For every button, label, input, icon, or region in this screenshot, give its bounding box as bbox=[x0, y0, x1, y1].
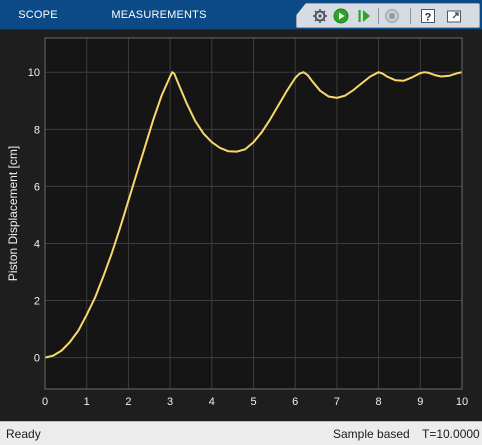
quick-access-toolbar: ? bbox=[296, 3, 480, 28]
y-tick-label: 2 bbox=[34, 296, 40, 308]
x-tick-label: 10 bbox=[456, 396, 468, 408]
y-axis-label: Piston Displacement [cm] bbox=[6, 146, 20, 281]
x-tick-label: 6 bbox=[292, 396, 298, 408]
x-tick-label: 3 bbox=[167, 396, 173, 408]
scope-display[interactable]: 0 1 2 3 4 5 6 7 8 9 10 0 2 4 6 8 10 Piston Displacement … bbox=[0, 30, 482, 420]
y-tick-label: 8 bbox=[34, 124, 40, 136]
status-mode: Sample based bbox=[333, 427, 410, 441]
x-tick-label: 1 bbox=[84, 396, 90, 408]
x-tick-label: 7 bbox=[334, 396, 340, 408]
status-ready: Ready bbox=[6, 427, 41, 441]
settings-icon[interactable] bbox=[311, 7, 329, 25]
step-forward-icon[interactable] bbox=[355, 7, 373, 25]
status-time: T=10.0000 bbox=[422, 427, 480, 441]
status-bar: Ready Sample based T=10.0000 bbox=[0, 421, 482, 445]
undock-icon[interactable] bbox=[445, 7, 463, 25]
x-tick-label: 8 bbox=[376, 396, 382, 408]
x-tick-label: 4 bbox=[209, 396, 215, 408]
x-tick-label: 0 bbox=[42, 396, 48, 408]
toolstrip: SCOPE MEASUREMENTS ? bbox=[0, 0, 482, 30]
svg-text:?: ? bbox=[425, 11, 432, 23]
y-tick-label: 4 bbox=[34, 238, 40, 250]
y-tick-label: 10 bbox=[28, 67, 40, 79]
y-tick-label: 0 bbox=[34, 353, 40, 365]
help-icon[interactable]: ? bbox=[419, 7, 437, 25]
x-tick-label: 9 bbox=[417, 396, 423, 408]
stop-icon[interactable] bbox=[383, 7, 401, 25]
run-icon[interactable] bbox=[332, 7, 350, 25]
tab-scope[interactable]: SCOPE bbox=[10, 0, 66, 29]
toolbar-separator bbox=[410, 8, 411, 24]
x-tick-label: 5 bbox=[250, 396, 256, 408]
tab-measurements[interactable]: MEASUREMENTS bbox=[107, 0, 211, 29]
toolbar-separator bbox=[378, 8, 379, 24]
plot-canvas: 0 1 2 3 4 5 6 7 8 9 10 0 2 4 6 8 10 Piston Displacement … bbox=[6, 37, 468, 408]
x-tick-label: 2 bbox=[125, 396, 131, 408]
y-tick-label: 6 bbox=[34, 181, 40, 193]
